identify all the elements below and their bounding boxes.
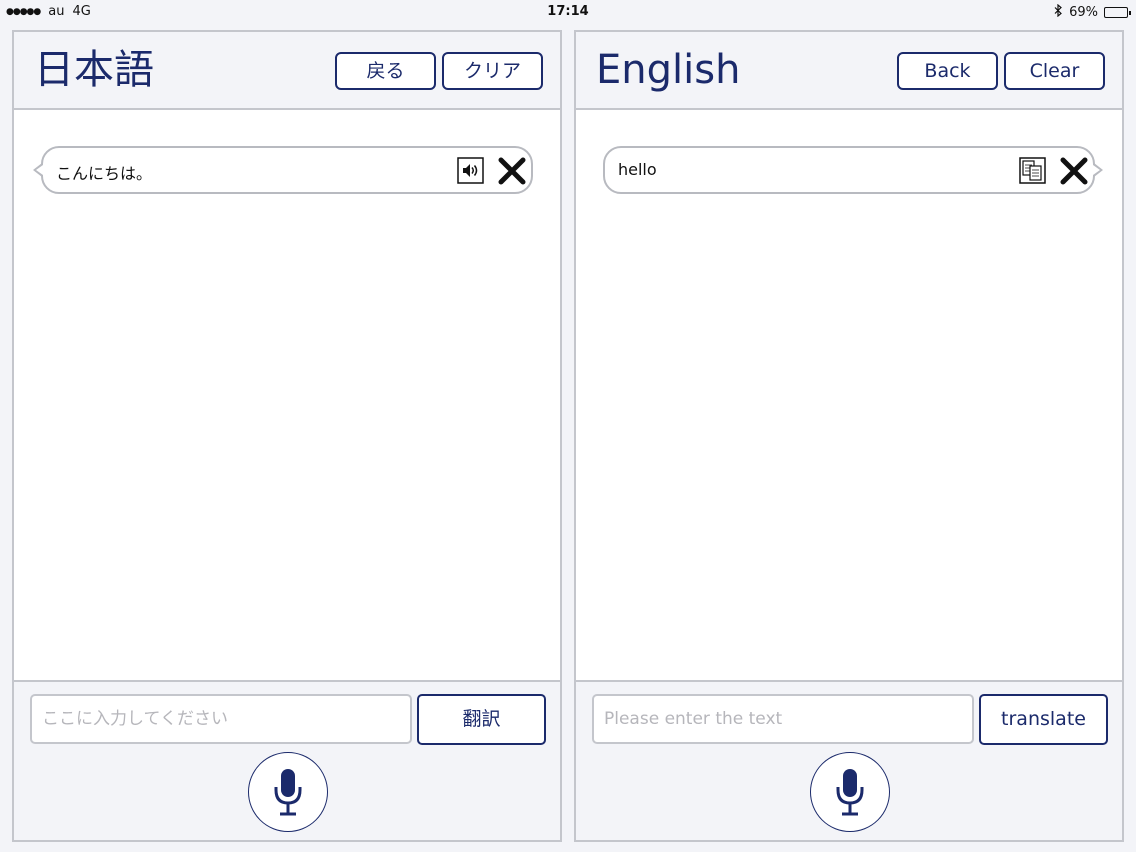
microphone-icon [274, 769, 302, 816]
speaker-icon[interactable] [457, 157, 484, 184]
source-panel-header: 日本語 戻る クリア [14, 32, 560, 110]
source-text-input[interactable] [30, 694, 412, 744]
clock: 17:14 [547, 4, 589, 19]
battery-icon [1104, 7, 1131, 18]
message-text: hello [618, 160, 657, 179]
message-bubble: hello [603, 146, 1103, 194]
battery-percent: 69% [1069, 5, 1098, 20]
message-text: こんにちは。 [56, 164, 153, 183]
target-input-area: translate [576, 684, 1122, 840]
target-text-input[interactable] [592, 694, 974, 744]
microphone-button[interactable] [248, 752, 328, 832]
microphone-icon [836, 769, 864, 816]
message-bubble: こんにちは。 [33, 146, 533, 194]
translate-button[interactable]: translate [979, 694, 1108, 745]
clear-button[interactable]: Clear [1004, 52, 1105, 90]
translate-button[interactable]: 翻訳 [417, 694, 546, 745]
microphone-button[interactable] [810, 752, 890, 832]
source-conversation-area: こんにちは。 [14, 110, 560, 682]
status-right: 69% [1054, 3, 1131, 21]
status-bar: ●●●●● au 4G 17:14 69% [0, 0, 1136, 24]
bubble-tail [33, 163, 43, 177]
target-language-title: English [596, 47, 741, 93]
back-button[interactable]: 戻る [335, 52, 436, 90]
target-conversation-area: hello [576, 110, 1122, 682]
copy-icon[interactable] [1019, 157, 1046, 184]
bubble-tail [1093, 163, 1103, 177]
delete-message-icon[interactable] [1059, 156, 1089, 186]
source-language-panel: 日本語 戻る クリア こんにちは。 翻訳 [12, 30, 562, 842]
target-language-panel: English Back Clear hello Please enter th… [574, 30, 1124, 842]
delete-message-icon[interactable] [497, 156, 527, 186]
back-button[interactable]: Back [897, 52, 998, 90]
clear-button[interactable]: クリア [442, 52, 543, 90]
target-panel-header: English Back Clear [576, 32, 1122, 110]
source-language-title: 日本語 [34, 47, 154, 93]
bluetooth-icon [1054, 3, 1063, 21]
source-input-area: 翻訳 [14, 684, 560, 840]
